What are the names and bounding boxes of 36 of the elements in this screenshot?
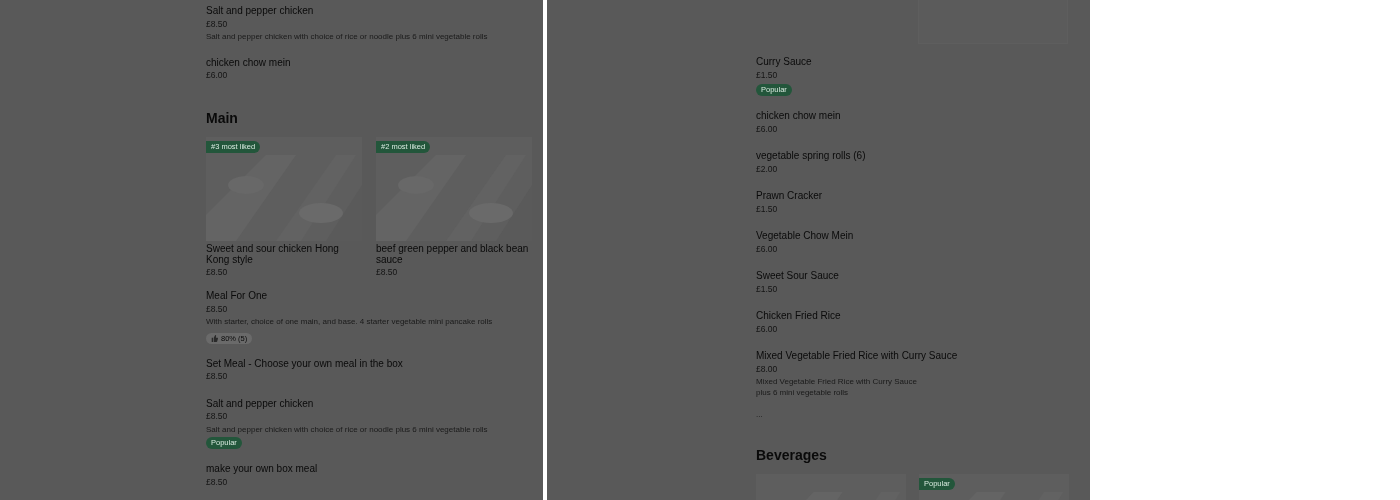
item-title[interactable]: Vegetable Chow Mein (756, 229, 854, 243)
section-heading: Beverages (756, 446, 828, 464)
item-title[interactable]: Chicken Fried Rice (756, 309, 841, 323)
item-title[interactable]: chicken chow mein (756, 109, 841, 123)
item-price: £6.00 (206, 69, 228, 82)
item-price: £6.00 (756, 322, 778, 336)
item-price: £1.50 (756, 68, 778, 82)
item-price: £8.50 (206, 410, 228, 423)
item-title[interactable]: chicken chow mein (206, 55, 291, 69)
item-price: £8.50 (376, 265, 399, 279)
item-price: £8.50 (206, 475, 228, 489)
section-heading: Main (206, 108, 239, 127)
item-price: £2.00 (756, 162, 778, 176)
item-title[interactable]: Mixed Vegetable Fried Rice with Curry Sauce (756, 349, 958, 363)
item-title[interactable]: beef green pepper and black bean sauce (376, 241, 532, 266)
item-price: £1.50 (756, 282, 778, 296)
item-price: £8.00 (756, 362, 778, 376)
item-title[interactable]: Set Meal - Choose your own meal in the box (206, 356, 403, 370)
item-price: £6.00 (756, 242, 778, 256)
item-title[interactable]: make your own box meal (206, 462, 318, 476)
item-title[interactable]: vegetable spring rolls (6) (756, 149, 866, 163)
item-price: £8.50 (206, 265, 229, 279)
item-price: £8.50 (206, 370, 228, 383)
item-title[interactable]: Meal For One (206, 289, 268, 303)
item-title[interactable]: Salt and pepper chicken (206, 4, 314, 18)
item-price: £1.50 (756, 202, 778, 216)
item-price: £8.50 (206, 17, 228, 31)
item-price: £8.50 (206, 302, 228, 316)
item-title[interactable]: Sweet Sour Sauce (756, 269, 839, 283)
item-title[interactable]: Curry Sauce (756, 55, 812, 69)
item-title[interactable]: Prawn Cracker (756, 189, 823, 203)
item-title[interactable]: Sweet and sour chicken Hong Kong style (206, 241, 362, 266)
more-text: ... (756, 410, 763, 420)
thumbs-up-icon (211, 334, 218, 342)
item-title[interactable]: Salt and pepper chicken (206, 396, 314, 410)
item-price: £6.00 (756, 122, 778, 136)
